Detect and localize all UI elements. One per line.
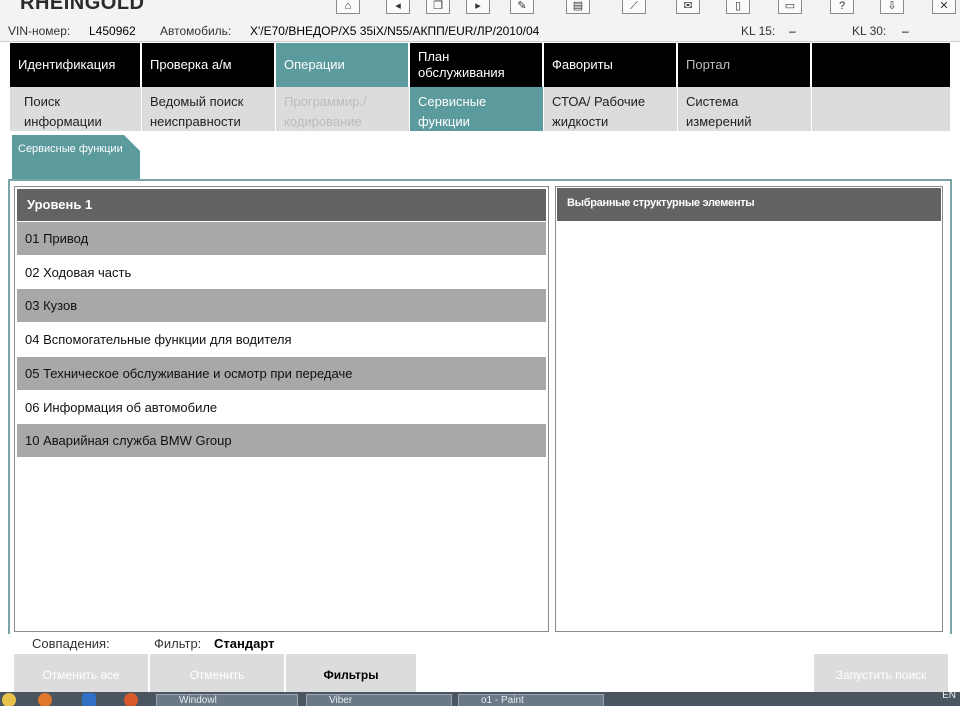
media-icon[interactable] — [124, 693, 138, 706]
vin-label: VIN-номер: — [8, 24, 71, 38]
print-preview-icon[interactable]: ▤ — [566, 0, 590, 14]
status-line: Совпадения: Фильтр: Стандарт — [0, 634, 960, 654]
mail-icon[interactable]: ✉ — [676, 0, 700, 14]
language-indicator[interactable]: EN — [942, 692, 956, 701]
subtab-workshop-fluids[interactable]: СТОА/ Рабочие жидкости — [544, 87, 678, 131]
cancel-all-button[interactable]: Отменить все — [14, 654, 148, 692]
matches-label: Совпадения: — [32, 636, 110, 651]
subtab-measurement-system[interactable]: Система измерений — [678, 87, 812, 131]
filter-label: Фильтр: — [154, 636, 202, 651]
app-window: RHEINGOLD ⌂ ◂ ❐ ▸ ✎ ▤ ⟋ ✉ ▯ ▭ ? ⇩ ✕ VIN-… — [0, 0, 960, 706]
cancel-button[interactable]: Отменить — [150, 654, 284, 692]
level1-panel: Уровень 1 01 Привод 02 Ходовая часть 03 … — [14, 186, 549, 632]
selected-elements-panel: Выбранные структурные элементы — [555, 186, 943, 632]
filter-value: Стандарт — [214, 636, 275, 651]
subtab-programming-coding[interactable]: Программир./ кодирование — [276, 87, 410, 131]
download-icon[interactable]: ⇩ — [880, 0, 904, 14]
list-item[interactable]: 03 Кузов — [17, 289, 546, 322]
taskbar-item[interactable]: Viber — [306, 694, 452, 706]
section-tab-service-functions[interactable]: Сервисные функции — [12, 135, 140, 179]
app-icon[interactable] — [82, 693, 96, 706]
tab-portal[interactable]: Портал — [678, 43, 812, 87]
tab-identification[interactable]: Идентификация — [10, 43, 142, 87]
selected-elements-header: Выбранные структурные элементы — [557, 188, 941, 221]
subtab-info-search[interactable]: Поиск информации — [10, 87, 142, 131]
taskbar-item[interactable]: o1 - Paint — [458, 694, 604, 706]
list-item[interactable]: 01 Привод — [17, 222, 546, 255]
edit-icon[interactable]: ✎ — [510, 0, 534, 14]
tab-favorites[interactable]: Фавориты — [544, 43, 678, 87]
tab-service-plan[interactable]: План обслуживания — [410, 43, 544, 87]
start-search-button[interactable]: Запустить поиск — [814, 654, 948, 692]
title-bar: RHEINGOLD ⌂ ◂ ❐ ▸ ✎ ▤ ⟋ ✉ ▯ ▭ ? ⇩ ✕ — [0, 0, 960, 20]
printer-icon[interactable]: ▭ — [778, 0, 802, 14]
taskbar-item[interactable]: Windowl — [156, 694, 298, 706]
list-item[interactable]: 05 Техническое обслуживание и осмотр при… — [17, 357, 546, 390]
subtab-service-functions[interactable]: Сервисные функции — [410, 87, 544, 131]
back-icon[interactable]: ◂ — [386, 0, 410, 14]
tab-vehicle-check[interactable]: Проверка а/м — [142, 43, 276, 87]
main-tab-bar: Идентификация Проверка а/м Операции План… — [10, 43, 950, 87]
level1-header: Уровень 1 — [17, 189, 546, 221]
vehicle-info-bar: VIN-номер: L450962 Автомобиль: X'/E70/ВН… — [0, 20, 960, 42]
vin-value: L450962 — [89, 24, 136, 38]
sub-tab-bar: Поиск информации Ведомый поиск неисправн… — [10, 87, 950, 131]
folder-icon[interactable] — [2, 693, 16, 706]
list-item[interactable]: 06 Информация об автомобиле — [17, 391, 546, 424]
filters-button[interactable]: Фильтры — [286, 654, 416, 692]
home-icon[interactable]: ⌂ — [336, 0, 360, 14]
subtab-guided-troubleshooting[interactable]: Ведомый поиск неисправности — [142, 87, 276, 131]
help-icon[interactable]: ? — [830, 0, 854, 14]
document-icon[interactable]: ▯ — [726, 0, 750, 14]
kl15-label: KL 15: — [741, 24, 776, 38]
close-icon[interactable]: ✕ — [932, 0, 956, 14]
tab-operations[interactable]: Операции — [276, 43, 410, 87]
forward-icon[interactable]: ▸ — [466, 0, 490, 14]
kl15-value: – — [789, 24, 796, 38]
list-item[interactable]: 10 Аварийная служба BMW Group — [17, 424, 546, 457]
car-label: Автомобиль: — [160, 24, 232, 38]
list-item[interactable]: 04 Вспомогательные функции для водителя — [17, 323, 546, 356]
browser-icon[interactable] — [38, 693, 52, 706]
list-item[interactable]: 02 Ходовая часть — [17, 256, 546, 289]
car-value: X'/E70/ВНЕДОР/X5 35iX/N55/АКПП/EUR/ЛР/20… — [250, 24, 540, 38]
copy-icon[interactable]: ❐ — [426, 0, 450, 14]
app-logo: RHEINGOLD — [20, 0, 145, 14]
kl30-value: – — [902, 24, 909, 38]
measure-icon[interactable]: ⟋ — [622, 0, 646, 14]
kl30-label: KL 30: — [852, 24, 887, 38]
windows-taskbar: Windowl Viber o1 - Paint EN — [0, 692, 960, 706]
